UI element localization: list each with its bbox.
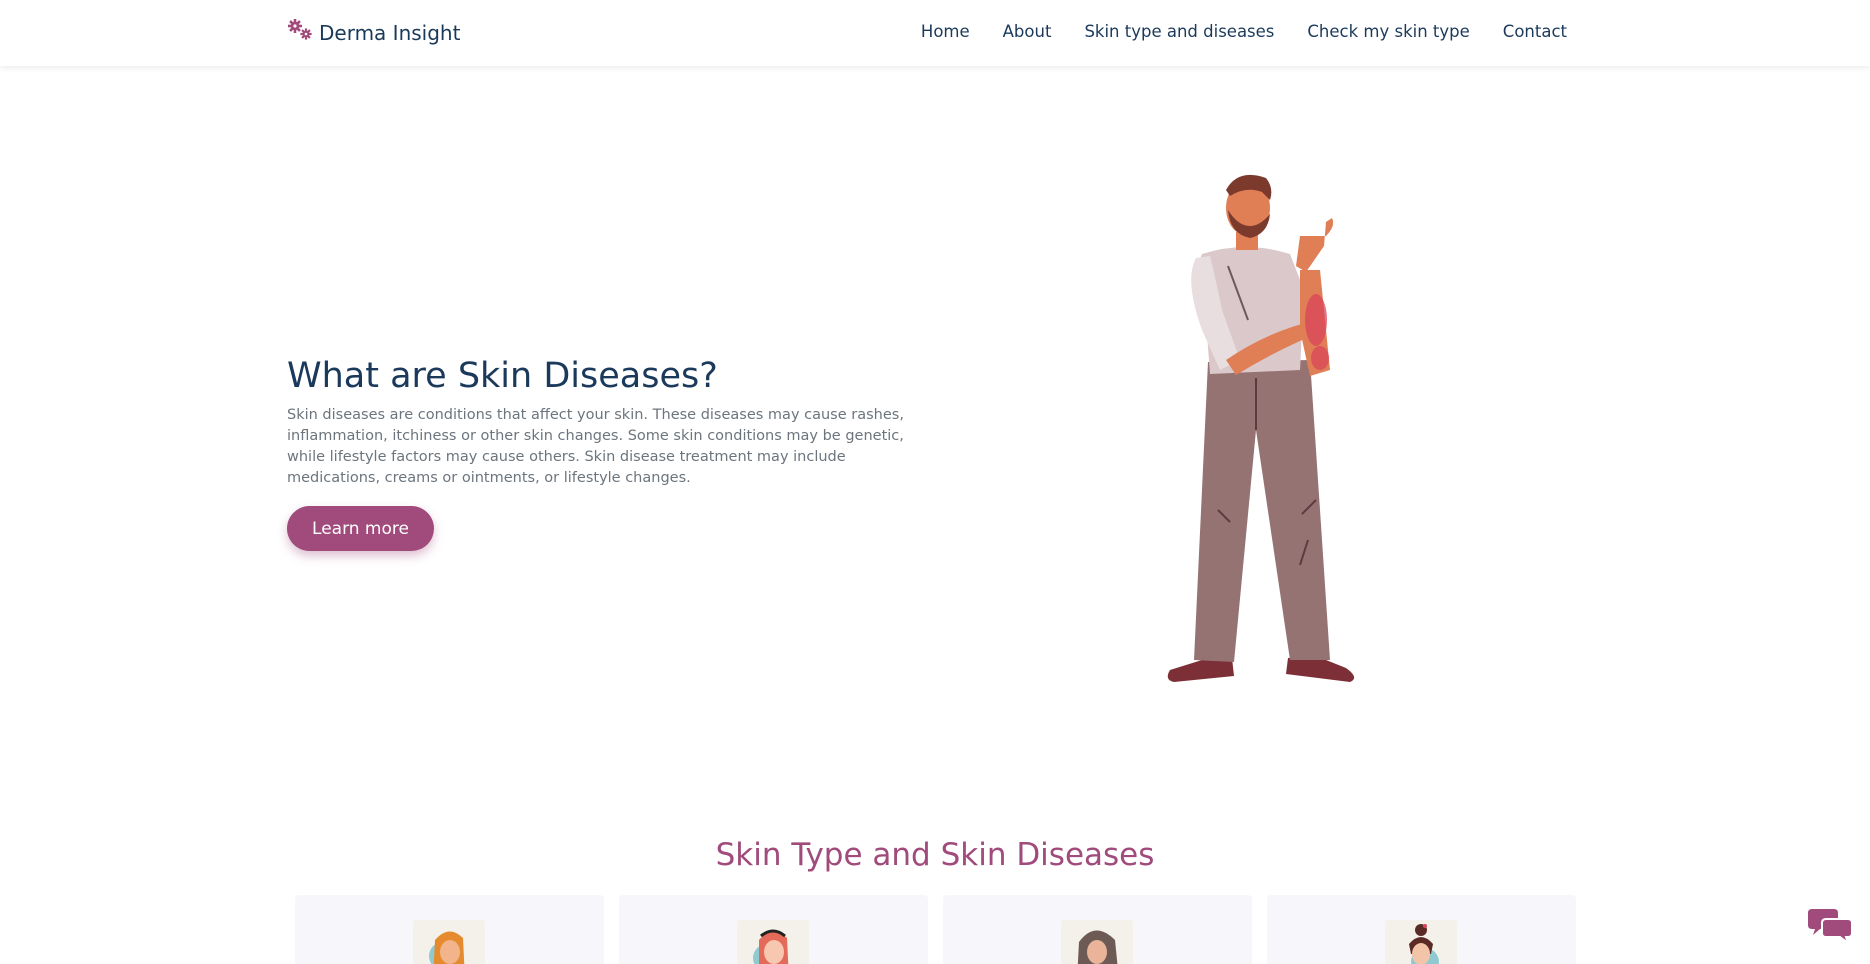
nav-about[interactable]: About — [1003, 22, 1052, 41]
nav-menu: Home About Skin type and diseases Check … — [921, 22, 1567, 41]
woman-orange-hair-avatar — [413, 920, 485, 964]
section-title: Skin Type and Skin Diseases — [715, 837, 1155, 873]
hero-title: What are Skin Diseases? — [287, 356, 718, 396]
brand-link[interactable]: Derma Insight — [287, 18, 460, 47]
gears-icon — [287, 18, 313, 47]
nav-check-my-skin-type[interactable]: Check my skin type — [1307, 22, 1469, 41]
woman-brown-hair-avatar — [1061, 920, 1133, 964]
nav-contact[interactable]: Contact — [1503, 22, 1567, 41]
nav-skin-type-and-diseases[interactable]: Skin type and diseases — [1084, 22, 1274, 41]
brand-name: Derma Insight — [319, 20, 461, 45]
skin-type-card[interactable] — [295, 895, 604, 964]
learn-more-button[interactable]: Learn more — [287, 506, 434, 551]
skin-type-card[interactable] — [619, 895, 928, 964]
woman-bun-hair-avatar — [1385, 920, 1457, 964]
navbar: Derma Insight Home About Skin type and d… — [0, 0, 1870, 66]
skin-type-card[interactable] — [1267, 895, 1576, 964]
nav-home[interactable]: Home — [921, 22, 970, 41]
skin-type-card[interactable] — [943, 895, 1252, 964]
chat-bubbles-icon[interactable] — [1808, 905, 1853, 946]
man-with-skin-rash-illustration — [1150, 170, 1390, 690]
hero-description: Skin diseases are conditions that affect… — [287, 407, 904, 486]
woman-red-hair-avatar — [737, 920, 809, 964]
